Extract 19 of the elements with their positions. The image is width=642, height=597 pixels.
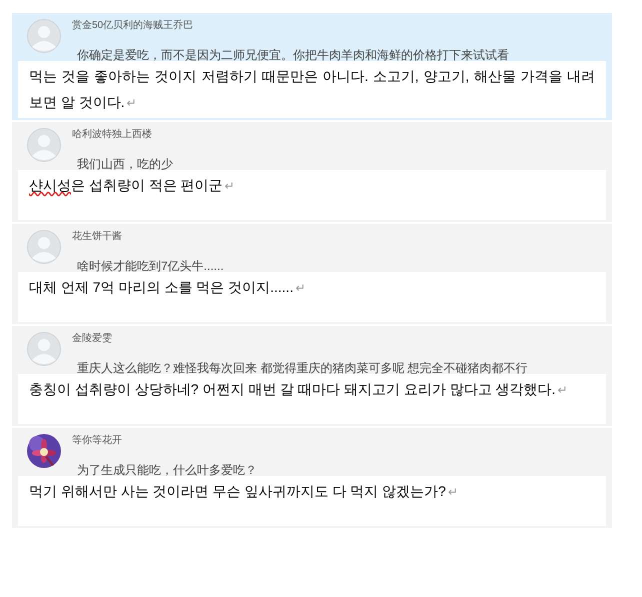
translation-text: 대체 언제 7억 마리의 소를 먹은 것이지......↵ xyxy=(29,278,306,297)
avatar-icon xyxy=(27,128,61,162)
username[interactable]: 赏金50亿贝利的海贼王乔巴 xyxy=(72,19,509,33)
avatar-icon xyxy=(27,19,61,53)
avatar-icon xyxy=(27,332,61,366)
translation-text: 먹는 것을 좋아하는 것이지 저렴하기 때문만은 아니다. 소고기, 양고기, 해산물 가격을 내려보면 알 것이다.↵ xyxy=(29,67,595,112)
comment-text: 你确定是爱吃，而不是因为二师兄便宜。你把牛肉羊肉和海鲜的价格打下来试试看 xyxy=(77,47,509,63)
username[interactable]: 哈利波特独上西楼 xyxy=(72,128,173,142)
translation-text: 샨시성 은 섭취량이 적은 편이군↵ xyxy=(29,176,236,195)
comment-text: 啥时候才能吃到7亿头牛...... xyxy=(77,258,224,274)
username[interactable]: 等你等花开 xyxy=(72,434,257,448)
username[interactable]: 花生饼干酱 xyxy=(72,230,224,244)
comment-text: 我们山西，吃的少 xyxy=(77,156,173,172)
username[interactable]: 金陵爱雯 xyxy=(72,332,528,346)
translation-text: 먹기 위해서만 사는 것이라면 무슨 잎사귀까지도 다 먹지 않겠는가?↵ xyxy=(29,482,459,501)
avatar-icon xyxy=(27,230,61,264)
comment-text: 为了生成只能吃，什么叶多爱吃？ xyxy=(77,462,257,478)
translation-text: 충칭이 섭취량이 상당하네? 어쩐지 매번 갈 때마다 돼지고기 요리가 많다고 생각했다.↵ xyxy=(29,380,569,399)
comment-text: 重庆人这么能吃？难怪我每次回来 都觉得重庆的猪肉菜可多呢 想完全不碰猪肉都不行 xyxy=(77,360,528,376)
